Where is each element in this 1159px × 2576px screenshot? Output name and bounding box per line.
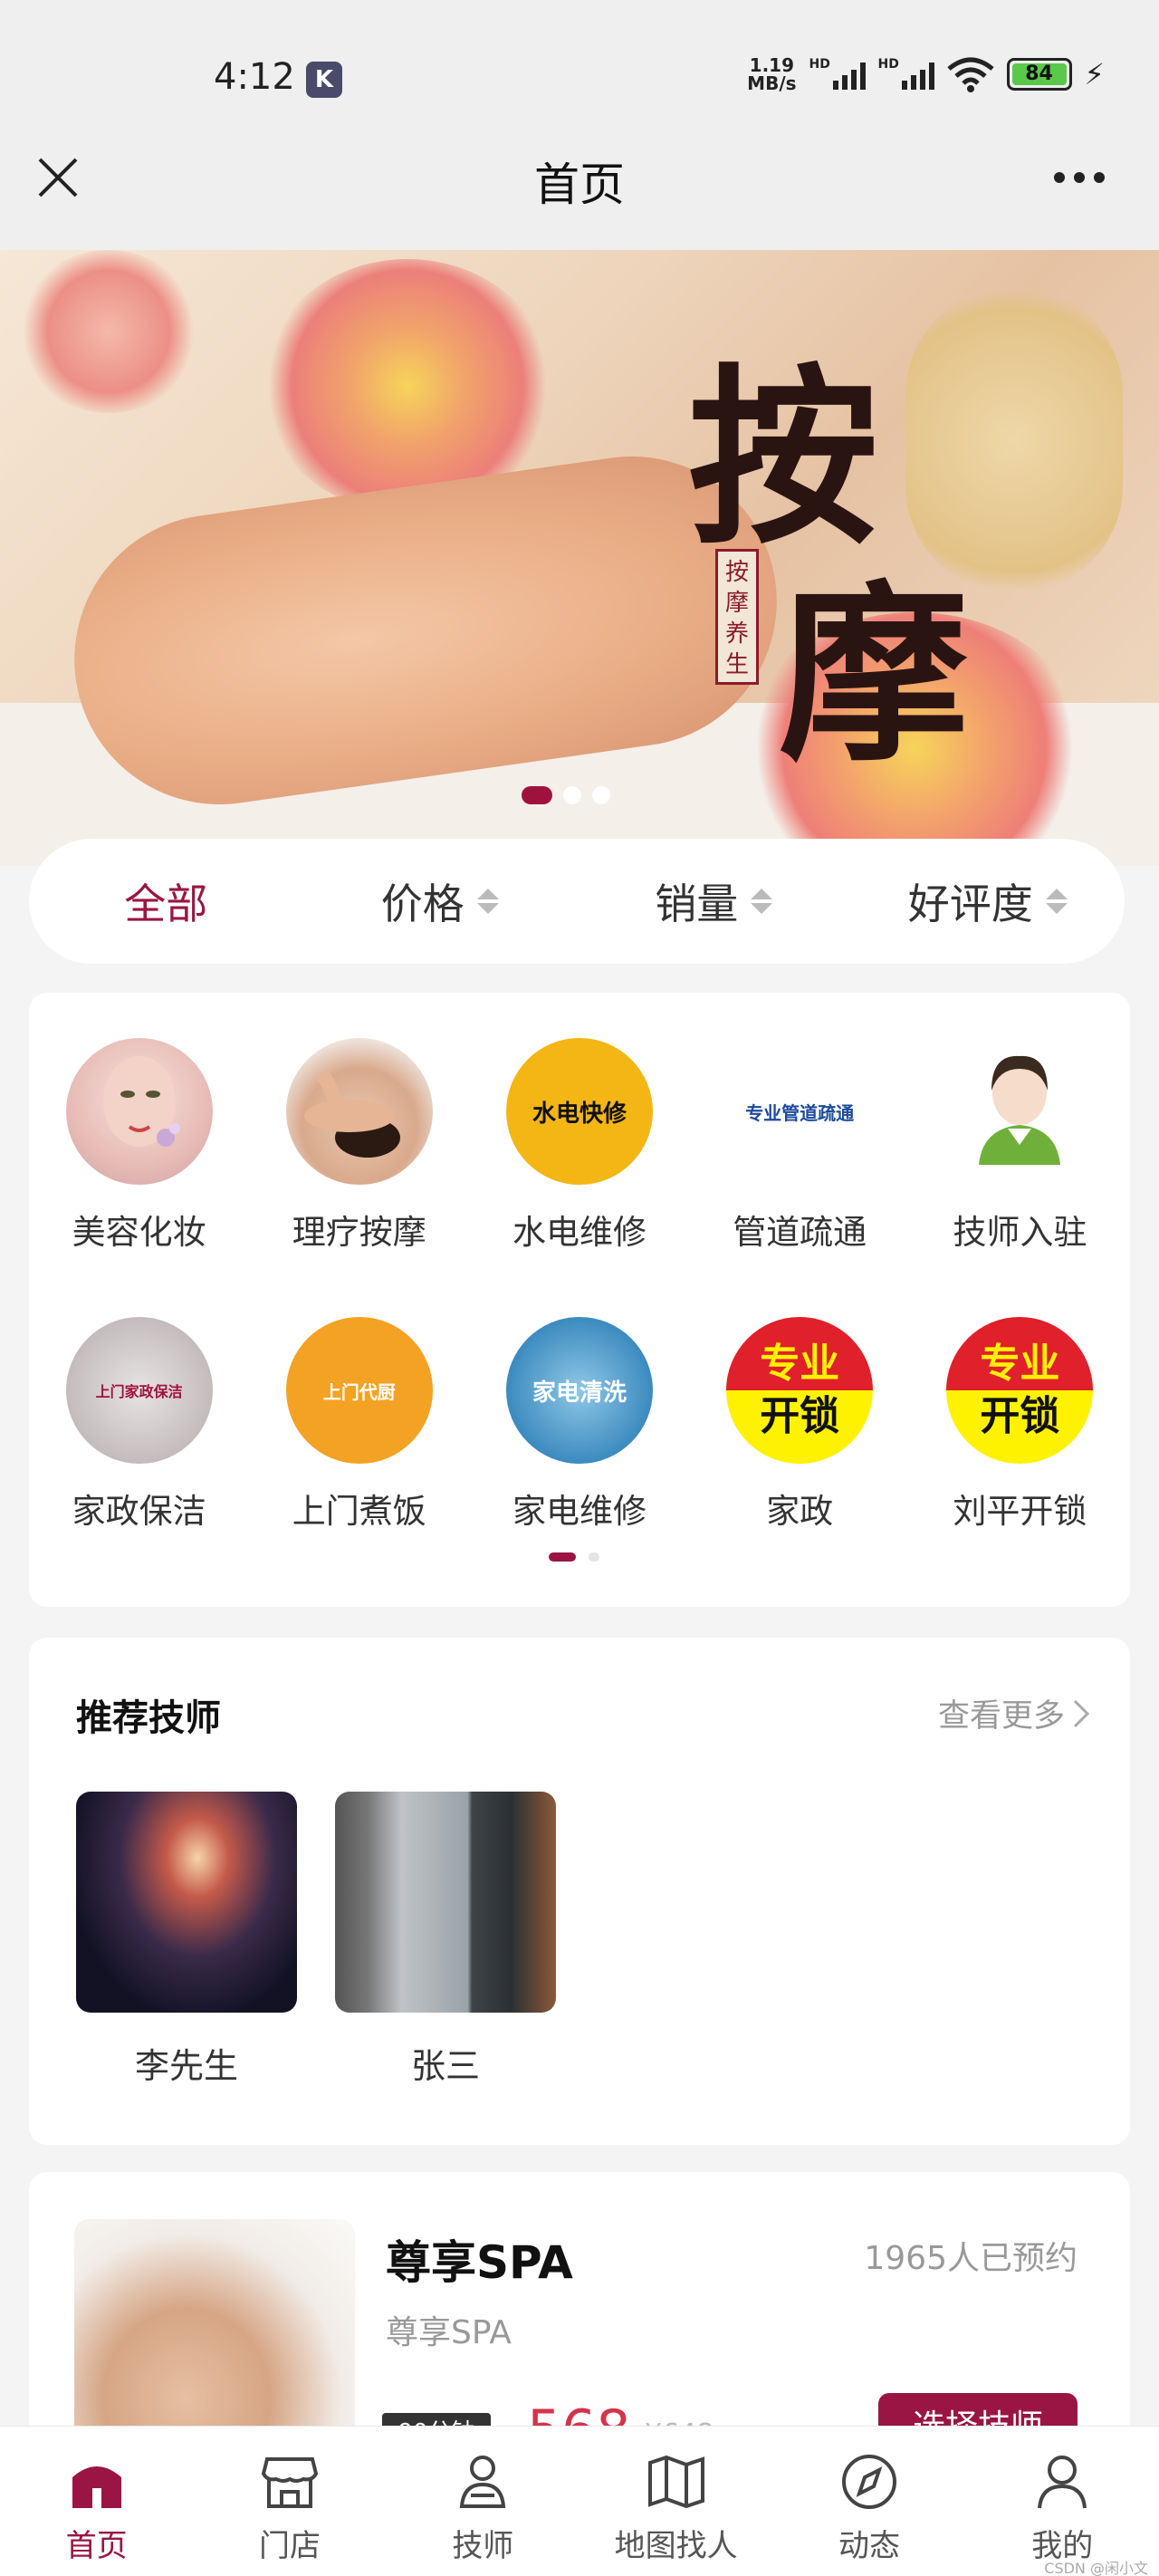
beauty-icon <box>65 1038 213 1185</box>
signal-icon: HD <box>878 57 934 90</box>
category-item-cooking[interactable]: 上门代厨 上门煮饭 <box>249 1317 469 1533</box>
status-indicators: 1.19 MB/s HD HD 84 ⚡ <box>747 56 1105 92</box>
watermark: CSDN @闲小文 <box>1044 2560 1148 2576</box>
page-title: 首页 <box>534 159 625 211</box>
plumbing-icon: 水电快修 <box>505 1038 653 1185</box>
nav-bar: 首页 <box>0 136 1159 250</box>
map-icon <box>647 2455 704 2509</box>
filter-sales[interactable]: 销量 <box>577 871 851 931</box>
banner-heading: 摩 <box>779 563 970 787</box>
technician-avatar <box>76 1792 297 2013</box>
sort-icon <box>751 889 773 914</box>
technician-avatar <box>335 1792 556 2013</box>
compass-icon <box>841 2455 896 2509</box>
home-icon <box>72 2466 121 2508</box>
carousel-indicator <box>522 786 610 804</box>
cooking-icon: 上门代厨 <box>285 1317 433 1464</box>
tab-home[interactable]: 首页 <box>0 2427 193 2576</box>
category-item-cleaning[interactable]: 上门家政保洁 家政保洁 <box>29 1317 249 1533</box>
carousel-dot[interactable] <box>563 786 581 804</box>
promo-banner[interactable]: 按 摩 按摩养生 <box>0 250 1159 866</box>
filter-all[interactable]: 全部 <box>29 871 303 931</box>
category-grid: 美容化妆 理疗按摩 水电快修 水电维修 专业管道疏通 管道疏通 技师入驻 上门家… <box>29 993 1130 1607</box>
lock-icon: 专业 开锁 <box>946 1317 1094 1464</box>
category-item-housekeeping[interactable]: 专业 开锁 家政 <box>690 1317 910 1533</box>
battery-icon: 84 <box>1006 58 1072 91</box>
bottom-tab-bar: 首页 门店 技师 地图找人 动态 我的 <box>0 2426 1159 2576</box>
app-notification-icon: K <box>306 62 342 98</box>
chevron-right-icon <box>1073 1699 1090 1727</box>
sort-icon <box>1045 889 1068 914</box>
category-item-pipe[interactable]: 专业管道疏通 管道疏通 <box>690 1038 910 1254</box>
service-name: 尊享SPA <box>386 2236 573 2289</box>
category-item-appliance[interactable]: 家电清洗 家电维修 <box>469 1317 689 1533</box>
more-options-icon[interactable] <box>1054 172 1105 183</box>
technician-join-icon <box>946 1038 1094 1185</box>
page-dot <box>589 1552 599 1562</box>
status-time: 4:12 <box>214 56 295 98</box>
technician-card[interactable]: 张三 <box>335 1792 556 2088</box>
status-bar: 4:12 K 1.19 MB/s HD HD 84 ⚡ <box>0 0 1159 136</box>
technician-icon <box>460 2456 506 2508</box>
tab-technician[interactable]: 技师 <box>387 2427 580 2576</box>
charging-icon: ⚡ <box>1084 57 1105 91</box>
category-item-locksmith[interactable]: 专业 开锁 刘平开锁 <box>910 1317 1130 1533</box>
filter-rating[interactable]: 好评度 <box>851 871 1125 931</box>
category-item-plumbing[interactable]: 水电快修 水电维修 <box>469 1038 689 1254</box>
category-item-technician-join[interactable]: 技师入驻 <box>910 1038 1130 1254</box>
tab-feed[interactable]: 动态 <box>772 2427 965 2576</box>
store-icon <box>261 2457 319 2508</box>
technician-card[interactable]: 李先生 <box>76 1792 297 2088</box>
tab-profile[interactable]: 我的 <box>966 2427 1159 2576</box>
category-item-beauty[interactable]: 美容化妆 <box>29 1038 249 1254</box>
banner-decoration <box>18 250 199 413</box>
user-icon <box>1038 2456 1087 2509</box>
service-subtitle: 尊享SPA <box>386 2314 512 2351</box>
tab-map[interactable]: 地图找人 <box>580 2427 772 2576</box>
filter-bar: 全部 价格 销量 好评度 <box>29 839 1125 964</box>
banner-seal: 按摩养生 <box>715 549 759 685</box>
tab-store[interactable]: 门店 <box>193 2427 386 2576</box>
section-title: 推荐技师 <box>76 1697 221 1739</box>
page-dot <box>549 1552 576 1562</box>
signal-icon: HD <box>809 57 866 90</box>
lock-icon: 专业 开锁 <box>726 1317 874 1464</box>
wifi-icon <box>946 57 994 92</box>
technician-name: 李先生 <box>134 2046 238 2086</box>
pipe-icon: 专业管道疏通 <box>726 1038 874 1185</box>
cleaning-icon: 上门家政保洁 <box>65 1317 213 1464</box>
carousel-dot[interactable] <box>592 786 610 804</box>
appliance-icon: 家电清洗 <box>505 1317 653 1464</box>
view-more-link[interactable]: 查看更多 <box>938 1690 1090 1736</box>
booked-count: 1965人已预约 <box>864 2240 1078 2277</box>
category-item-massage[interactable]: 理疗按摩 <box>249 1038 469 1254</box>
sort-icon <box>476 889 499 914</box>
massage-icon <box>285 1038 433 1185</box>
recommended-technicians: 推荐技师 查看更多 李先生 张三 <box>29 1638 1130 2145</box>
carousel-dot[interactable] <box>522 786 552 804</box>
page-indicator <box>549 1552 599 1562</box>
filter-price[interactable]: 价格 <box>303 871 578 931</box>
technician-name: 张三 <box>410 2046 480 2086</box>
network-speed: 1.19 MB/s <box>747 54 797 94</box>
